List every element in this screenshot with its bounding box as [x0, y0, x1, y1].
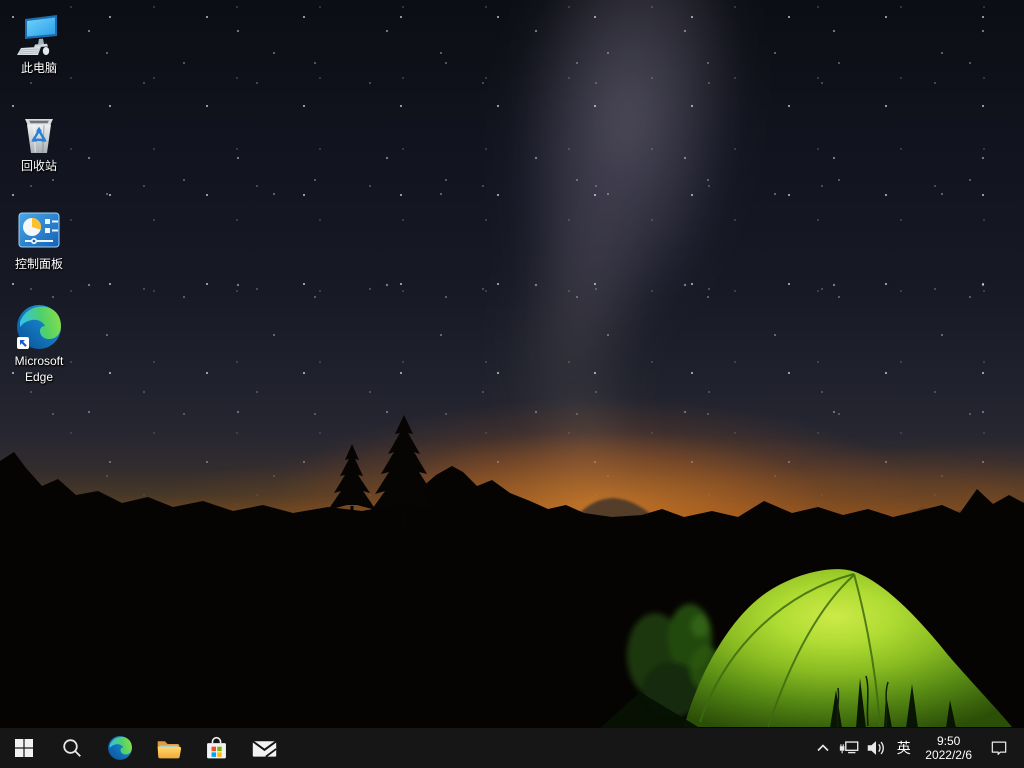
envelope-icon	[251, 735, 278, 762]
taskbar-buttons	[0, 728, 288, 768]
desktop-icon-microsoft-edge[interactable]: Microsoft Edge	[1, 303, 77, 385]
control-panel-icon	[15, 206, 63, 254]
folder-icon	[155, 735, 182, 762]
system-tray: 英 9:50 2022/2/6	[810, 728, 1024, 768]
icon-label: 此电脑	[1, 61, 77, 77]
desktop-icon-recycle-bin[interactable]: 回收站	[1, 108, 77, 175]
icon-label: 控制面板	[1, 257, 77, 273]
network-tray-button[interactable]	[836, 728, 862, 768]
clock-time: 9:50	[925, 734, 972, 748]
show-hidden-icons-button[interactable]	[810, 728, 836, 768]
microsoft-store-button[interactable]	[192, 728, 240, 768]
recycle-bin-icon	[15, 108, 63, 156]
volume-tray-button[interactable]	[862, 728, 890, 768]
desktop-icon-this-pc[interactable]: 此电脑	[1, 10, 77, 77]
search-icon	[61, 737, 83, 759]
mail-button[interactable]	[240, 728, 288, 768]
edge-icon	[107, 735, 133, 761]
ethernet-icon	[838, 737, 860, 759]
action-center-button[interactable]	[980, 728, 1018, 768]
taskbar: 英 9:50 2022/2/6	[0, 728, 1024, 768]
desktop: 此电脑 回收站	[0, 0, 1024, 768]
input-language-indicator[interactable]: 英	[890, 728, 917, 768]
file-explorer-button[interactable]	[144, 728, 192, 768]
taskbar-clock[interactable]: 9:50 2022/2/6	[917, 728, 980, 768]
search-button[interactable]	[48, 728, 96, 768]
chevron-up-icon	[815, 740, 831, 756]
windows-logo-icon	[14, 738, 34, 758]
speaker-icon	[865, 737, 887, 759]
store-bag-icon	[203, 735, 230, 762]
this-pc-icon	[15, 10, 63, 58]
clock-date: 2022/2/6	[925, 748, 972, 762]
wallpaper-stars	[0, 0, 1024, 540]
notification-bubble-icon	[989, 738, 1009, 758]
desktop-icon-control-panel[interactable]: 控制面板	[1, 206, 77, 273]
edge-icon	[15, 303, 63, 351]
start-button[interactable]	[0, 728, 48, 768]
taskbar-edge-button[interactable]	[96, 728, 144, 768]
icon-label: 回收站	[1, 159, 77, 175]
icon-label: Microsoft Edge	[1, 354, 77, 385]
